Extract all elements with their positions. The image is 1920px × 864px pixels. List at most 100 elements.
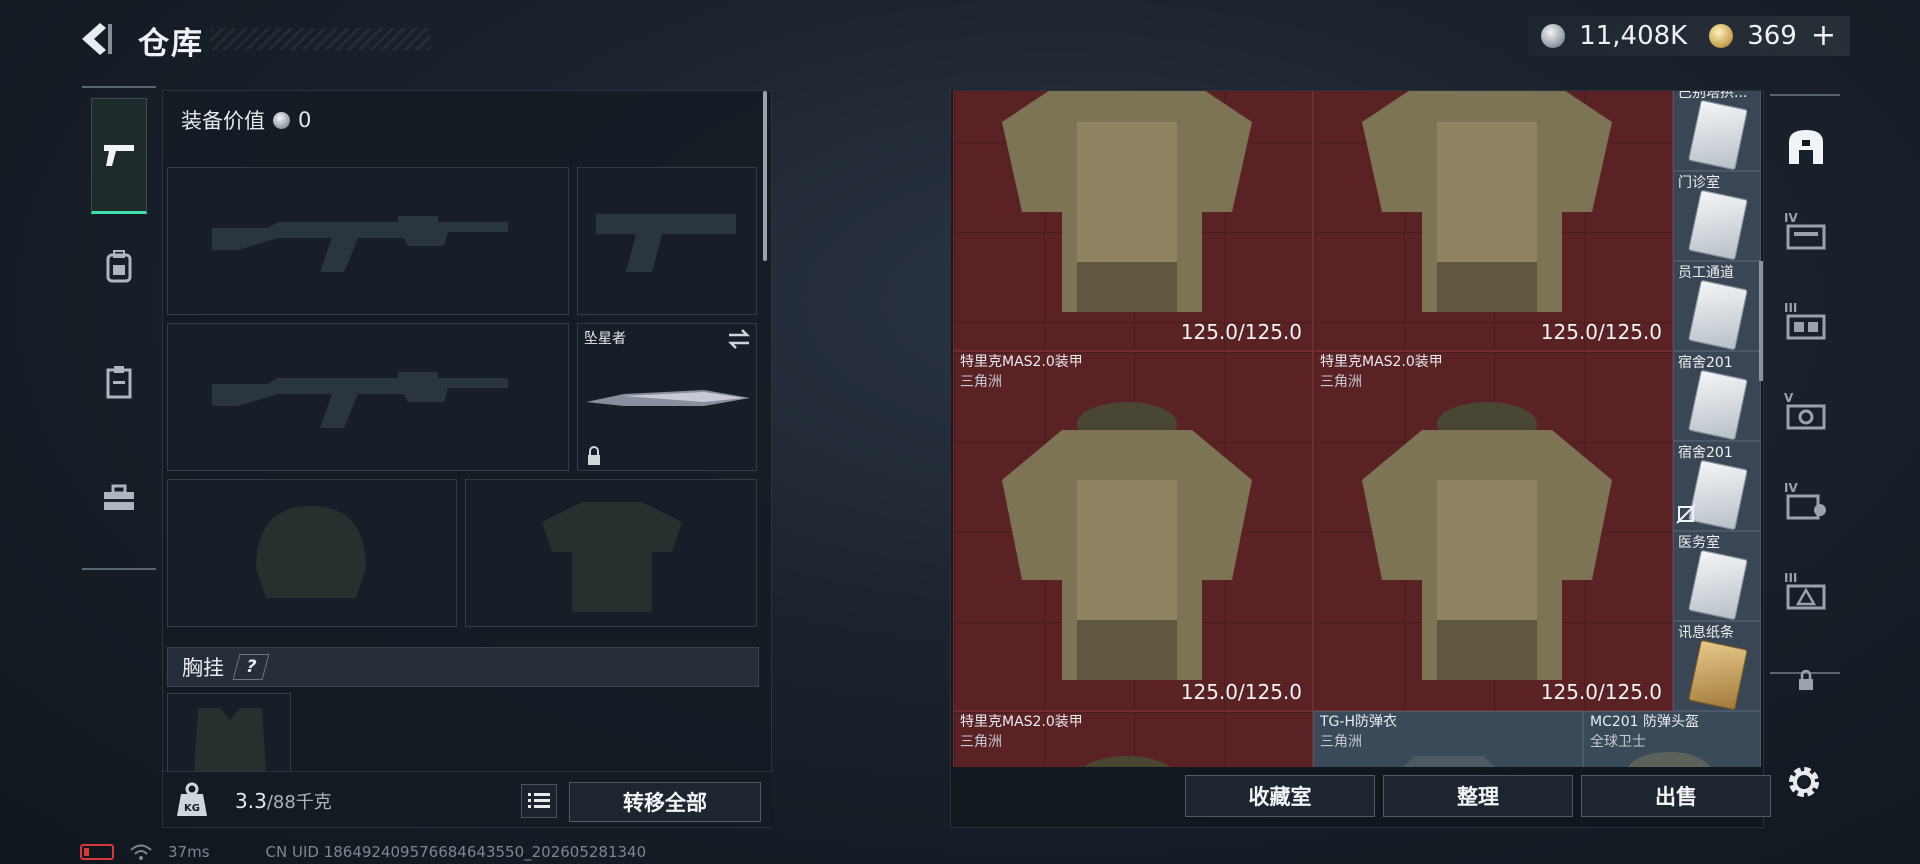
note-paper-icon xyxy=(1688,639,1748,710)
help-button[interactable]: ? xyxy=(232,654,270,680)
swap-icon[interactable] xyxy=(726,328,752,350)
stash-item[interactable]: 特里克MAS2.0装甲 三角洲 125.0/125.0 xyxy=(953,351,1313,711)
transfer-all-button[interactable]: 转移全部 xyxy=(569,782,761,822)
keycard-icon xyxy=(1688,279,1748,350)
svg-text:IV: IV xyxy=(1784,481,1798,495)
chest-rig-silhouette-icon xyxy=(194,708,266,772)
storage-v-icon: V xyxy=(1784,391,1826,430)
equipment-value-label: 装备价值 xyxy=(181,109,265,133)
tab-tools[interactable] xyxy=(91,470,147,526)
svg-text:III: III xyxy=(1784,571,1797,585)
item-name: 特里克MAS2.0装甲 xyxy=(960,354,1083,370)
list-view-button[interactable] xyxy=(521,784,557,818)
uid-readout: CN UID 186492409576684643550_20260528134… xyxy=(265,843,647,861)
tab-storage-5[interactable]: III xyxy=(1782,566,1830,614)
secondary-weapon-slot[interactable] xyxy=(167,323,569,471)
stash-tab-column: IV III V IV III xyxy=(1770,94,1840,690)
keycard-name: 巴别塔拱... xyxy=(1678,91,1748,101)
stash-item[interactable]: 125.0/125.0 xyxy=(1313,91,1673,351)
weight-icon: KG xyxy=(177,782,207,816)
tab-storage-1[interactable]: IV xyxy=(1782,206,1830,254)
loadout-scrollbar[interactable] xyxy=(763,91,767,261)
body-armor-slot[interactable] xyxy=(465,479,757,627)
svg-text:III: III xyxy=(1784,301,1797,315)
keycard-name: 员工通道 xyxy=(1678,265,1734,281)
item-brand: 三角洲 xyxy=(960,374,1002,390)
keycard-icon xyxy=(1688,189,1748,260)
primary-weapon-slot[interactable] xyxy=(167,167,569,315)
gold-balance: 369 xyxy=(1747,21,1797,51)
keycard-item[interactable]: 讯息纸条 xyxy=(1673,621,1761,711)
tab-locked[interactable] xyxy=(1782,656,1830,704)
tab-main-stash[interactable] xyxy=(1782,122,1830,170)
item-brand: 三角洲 xyxy=(1320,734,1362,750)
svg-text:V: V xyxy=(1784,391,1794,405)
keycard-item[interactable]: 门诊室 xyxy=(1673,171,1761,261)
tab-armor[interactable] xyxy=(91,354,147,410)
item-brand: 三角洲 xyxy=(1320,374,1362,390)
storage-iv-b-icon: IV xyxy=(1784,481,1826,520)
clipboard-icon xyxy=(106,366,132,399)
equipment-value: 装备价值 0 xyxy=(181,105,311,135)
stash-item[interactable]: 特里克MAS2.0装甲 三角洲 125.0/125.0 xyxy=(1313,351,1673,711)
sell-button[interactable]: 出售 xyxy=(1581,775,1771,817)
keycard-item[interactable]: 员工通道 xyxy=(1673,261,1761,351)
chest-rig-header: 胸挂 ? xyxy=(167,647,759,687)
item-name: 特里克MAS2.0装甲 xyxy=(960,714,1083,730)
vest-silhouette-icon xyxy=(542,502,682,612)
armor-vest-icon xyxy=(1362,402,1612,680)
stash-item[interactable]: TG-H防弹衣 三角洲 xyxy=(1313,711,1583,767)
stash-scrollbar[interactable] xyxy=(1759,261,1763,381)
sort-button[interactable]: 整理 xyxy=(1383,775,1573,817)
keycard-name: 宿舍201 xyxy=(1678,355,1733,371)
storage-iii-b-icon: III xyxy=(1784,571,1826,610)
tab-storage-2[interactable]: III xyxy=(1782,296,1830,344)
weight-max: /88千克 xyxy=(266,792,332,813)
settings-gear-icon[interactable] xyxy=(1782,760,1826,804)
stash-item[interactable]: 特里克MAS2.0装甲 三角洲 xyxy=(953,711,1313,767)
durability-label: 125.0/125.0 xyxy=(1540,320,1662,344)
melee-slot[interactable]: 坠星者 xyxy=(577,323,757,471)
tab-storage-4[interactable]: IV xyxy=(1782,476,1830,524)
chest-rig-slot[interactable] xyxy=(167,693,291,775)
stash-home-icon xyxy=(1789,130,1823,164)
battery-low-icon xyxy=(80,844,114,860)
gold-coin-icon xyxy=(1709,24,1734,48)
no-insure-icon xyxy=(1676,504,1696,524)
keycard-item[interactable]: 医务室 xyxy=(1673,531,1761,621)
silver-balance: 11,408K xyxy=(1579,21,1688,51)
lock-icon xyxy=(588,446,600,465)
left-tab-column xyxy=(82,86,156,570)
status-bar: 37ms CN UID 186492409576684643550_202605… xyxy=(80,842,646,862)
loadout-panel: 装备价值 0 坠星者 胸挂 ? KG 3.3/88千克 转移全部 xyxy=(162,90,773,828)
pistol-icon xyxy=(104,145,134,166)
rifle-silhouette-icon xyxy=(212,372,508,428)
keycard-item[interactable]: 宿舍201 xyxy=(1673,351,1761,441)
keycard-item[interactable]: 巴别塔拱... xyxy=(1673,91,1761,171)
stash-item[interactable]: MC201 防弹头盔 全球卫士 xyxy=(1583,711,1761,767)
item-name: TG-H防弹衣 xyxy=(1320,714,1397,730)
keycard-item[interactable]: 宿舍201 xyxy=(1673,441,1761,531)
tab-storage-3[interactable]: V xyxy=(1782,386,1830,434)
wifi-icon xyxy=(130,844,152,860)
item-name: MC201 防弹头盔 xyxy=(1590,714,1700,730)
silver-coin-icon xyxy=(273,111,290,129)
stash-panel: 125.0/125.0 125.0/125.0 特里克MAS2.0装甲 三角洲 … xyxy=(950,90,1771,828)
stash-item[interactable]: 125.0/125.0 xyxy=(953,91,1313,351)
knife-icon xyxy=(586,390,750,406)
weight-current: 3.3 xyxy=(235,789,267,813)
add-currency-button[interactable]: + xyxy=(1811,21,1836,51)
keycard-icon xyxy=(1688,99,1748,170)
backpack-icon xyxy=(106,250,132,283)
tab-weapons[interactable] xyxy=(91,98,147,214)
tab-backpack[interactable] xyxy=(91,238,147,294)
helmet-slot[interactable] xyxy=(167,479,457,627)
collection-room-button[interactable]: 收藏室 xyxy=(1185,775,1375,817)
keycard-icon xyxy=(1688,459,1748,530)
keycard-icon xyxy=(1688,549,1748,620)
keycard-name: 讯息纸条 xyxy=(1678,625,1734,641)
title-decoration xyxy=(210,28,430,50)
back-arrow-icon[interactable] xyxy=(78,20,122,58)
sidearm-slot[interactable] xyxy=(577,167,757,315)
keycard-name: 门诊室 xyxy=(1678,175,1720,191)
